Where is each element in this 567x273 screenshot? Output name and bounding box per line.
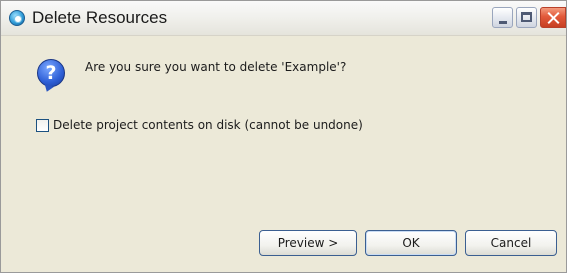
close-icon[interactable] [540,7,566,28]
question-icon: ? [37,59,65,87]
delete-contents-label[interactable]: Delete project contents on disk (cannot … [53,118,363,132]
delete-resources-dialog: Delete Resources ? Are you sure you want… [0,0,567,273]
confirmation-message: Are you sure you want to delete 'Example… [85,60,347,74]
delete-contents-checkbox[interactable] [36,119,49,132]
maximize-icon[interactable] [516,7,537,28]
preview-button[interactable]: Preview > [259,230,357,256]
window-title: Delete Resources [32,8,168,27]
minimize-icon[interactable] [492,7,513,28]
eclipse-app-icon [9,10,25,26]
title-bar[interactable]: Delete Resources [1,1,566,36]
cancel-button[interactable]: Cancel [465,230,557,256]
ok-button[interactable]: OK [365,230,457,256]
